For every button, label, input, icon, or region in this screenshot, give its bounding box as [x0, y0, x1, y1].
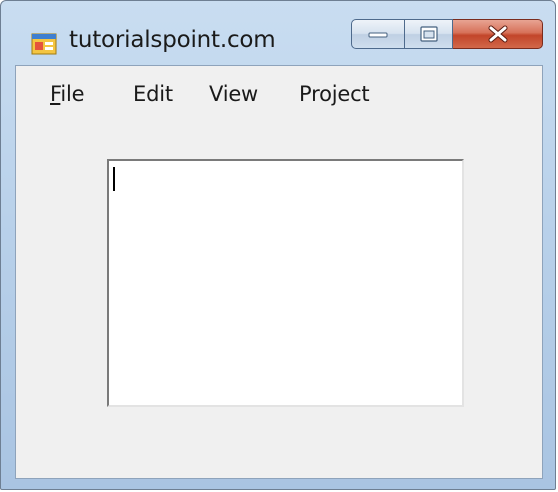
menu-file-mnemonic: F [50, 82, 61, 106]
app-window: tutorialspoint.com File Edit View Projec… [0, 0, 556, 490]
title-bar[interactable]: tutorialspoint.com [1, 1, 555, 65]
text-input[interactable] [107, 159, 464, 407]
form-client-area: File Edit View Project [15, 65, 543, 479]
menu-project[interactable]: Project [299, 82, 370, 106]
close-button[interactable] [453, 19, 543, 49]
menu-edit[interactable]: Edit [133, 82, 173, 106]
menu-bar: File Edit View Project [16, 78, 542, 114]
close-icon [488, 25, 507, 43]
text-caret [113, 167, 115, 191]
maximize-icon [419, 26, 438, 42]
window-title: tutorialspoint.com [69, 27, 276, 53]
caption-buttons [351, 19, 543, 51]
menu-file[interactable]: File [50, 82, 85, 106]
menu-file-label-rest: ile [60, 82, 85, 106]
minimize-icon [368, 32, 388, 38]
minimize-button[interactable] [351, 19, 405, 49]
menu-view[interactable]: View [209, 82, 258, 106]
form-app-icon [31, 33, 57, 55]
maximize-button[interactable] [405, 19, 453, 49]
